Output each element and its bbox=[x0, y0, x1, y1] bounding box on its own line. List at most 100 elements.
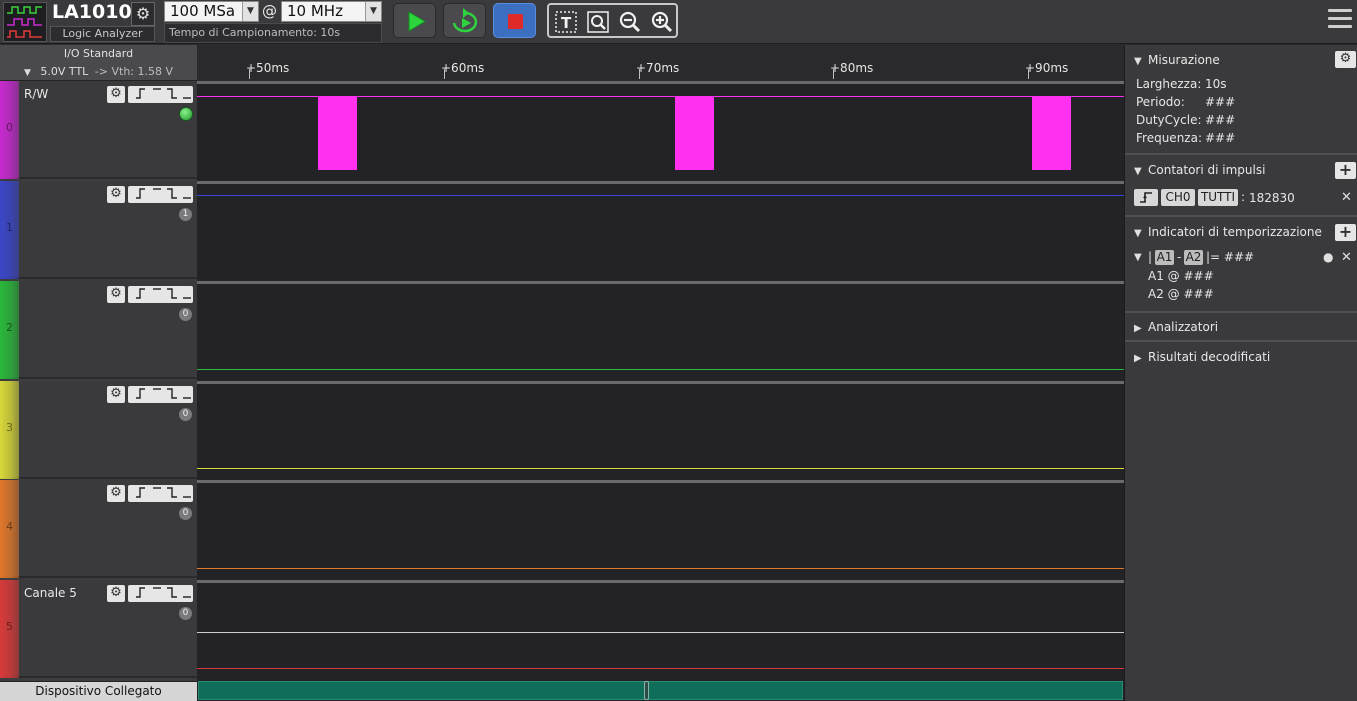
text-select-icon[interactable]: T bbox=[554, 10, 578, 34]
triangle-down-icon: ▼ bbox=[1134, 166, 1142, 177]
channel-row-1[interactable]: 1 ⚙ 1 bbox=[0, 181, 197, 279]
marker-a2-position: A2 @ ### bbox=[1148, 287, 1214, 301]
sample-count-select[interactable]: 100 MSa ▼ bbox=[164, 1, 259, 22]
io-standard-select[interactable]: ▼ 5.0V TTL -> Vth: 1.58 V bbox=[0, 65, 197, 78]
time-label: +70ms bbox=[636, 61, 680, 75]
counter-scope-chip[interactable]: TUTTI bbox=[1198, 189, 1238, 206]
channel-color-stripe[interactable]: 0 bbox=[0, 81, 19, 179]
sample-rate-select[interactable]: 10 MHz ▼ bbox=[281, 1, 382, 22]
channel-settings-gear-icon[interactable]: ⚙ bbox=[107, 186, 125, 203]
rising-edge-icon[interactable] bbox=[1134, 189, 1158, 206]
pulse[interactable] bbox=[318, 97, 357, 170]
counters-title: Contatori di impulsi bbox=[1148, 163, 1266, 177]
channel-name[interactable]: R/W bbox=[24, 87, 48, 101]
channel-color-stripe[interactable]: 1 bbox=[0, 181, 19, 279]
marker-a1-chip[interactable]: A1 bbox=[1155, 250, 1174, 265]
measure-value: ### bbox=[1205, 95, 1236, 109]
io-standard-value: 5.0V TTL bbox=[40, 65, 89, 78]
pipe-divider: | bbox=[1148, 250, 1153, 264]
signal-line bbox=[197, 668, 1124, 669]
overview-scrollbar[interactable] bbox=[198, 681, 1123, 700]
pin-icon[interactable]: ● bbox=[1323, 250, 1333, 264]
signal-line bbox=[197, 468, 1124, 469]
measure-settings-gear-icon[interactable]: ⚙ bbox=[1335, 51, 1356, 68]
zoom-in-icon[interactable] bbox=[650, 10, 674, 34]
waveform-lane-3[interactable] bbox=[197, 381, 1124, 479]
zoom-area-icon[interactable] bbox=[586, 10, 610, 34]
overview-scroll-handle[interactable] bbox=[644, 681, 649, 700]
trigger-options-icon[interactable] bbox=[128, 286, 193, 303]
waveform-lane-4[interactable] bbox=[197, 480, 1124, 578]
at-sign: @ bbox=[262, 2, 277, 20]
triangle-down-icon: ▼ bbox=[1134, 228, 1142, 239]
measure-section-header[interactable]: ▼ Misurazione bbox=[1134, 53, 1220, 67]
channel-color-stripe[interactable]: 5 bbox=[0, 580, 19, 678]
triangle-down-icon: ▼ bbox=[1134, 56, 1142, 67]
trigger-options-icon[interactable] bbox=[128, 186, 193, 203]
sample-time-field[interactable]: Tempo di Campionamento: 10s bbox=[164, 23, 382, 43]
start-button[interactable] bbox=[393, 3, 436, 38]
channel-row-3[interactable]: 3 ⚙ 0 bbox=[0, 381, 197, 479]
waveform-lane-5[interactable] bbox=[197, 580, 1124, 678]
channel-row-0[interactable]: 0 R/W ⚙ bbox=[0, 81, 197, 179]
device-status: Dispositivo Collegato bbox=[0, 681, 197, 701]
channel-settings-gear-icon[interactable]: ⚙ bbox=[107, 286, 125, 303]
decoded-section-header[interactable]: ▶ Risultati decodificati bbox=[1134, 350, 1270, 364]
pulse[interactable] bbox=[1032, 97, 1071, 170]
timing-section-header[interactable]: ▼ Indicatori di temporizzazione bbox=[1134, 225, 1322, 239]
channel-settings-gear-icon[interactable]: ⚙ bbox=[107, 585, 125, 602]
remove-marker-close-icon[interactable]: ✕ bbox=[1341, 250, 1352, 265]
counters-section-header[interactable]: ▼ Contatori di impulsi bbox=[1134, 163, 1265, 177]
triangle-down-icon[interactable]: ▼ bbox=[1134, 252, 1142, 263]
chevron-down-icon: ▼ bbox=[242, 2, 258, 21]
time-axis[interactable]: +50ms +60ms +70ms +80ms +90ms bbox=[197, 45, 1124, 81]
channel-name[interactable]: Canale 5 bbox=[24, 586, 77, 600]
signal-line bbox=[197, 369, 1124, 370]
chevron-down-icon: ▼ bbox=[365, 2, 381, 21]
counter-value: 182830 bbox=[1249, 191, 1295, 205]
sample-rate-value: 10 MHz bbox=[287, 2, 343, 20]
trigger-options-icon[interactable] bbox=[128, 585, 193, 602]
marker-delta-result: |= ### bbox=[1206, 250, 1255, 264]
marker-dash: - bbox=[1177, 250, 1182, 264]
pulse[interactable] bbox=[675, 97, 714, 170]
marker-a2-chip[interactable]: A2 bbox=[1184, 250, 1203, 265]
remove-counter-close-icon[interactable]: ✕ bbox=[1341, 190, 1352, 205]
trigger-options-icon[interactable] bbox=[128, 386, 193, 403]
add-counter-button[interactable]: + bbox=[1335, 162, 1356, 179]
channel-settings-gear-icon[interactable]: ⚙ bbox=[107, 485, 125, 502]
device-settings-gear-icon[interactable]: ⚙ bbox=[131, 2, 155, 26]
channel-color-stripe[interactable]: 3 bbox=[0, 381, 19, 479]
measure-label: Larghezza: bbox=[1136, 77, 1202, 91]
channel-state-badge: 0 bbox=[179, 408, 192, 421]
channel-state-badge: 0 bbox=[179, 308, 192, 321]
channel-color-stripe[interactable]: 2 bbox=[0, 281, 19, 379]
counter-channel-chip[interactable]: CH0 bbox=[1161, 189, 1195, 206]
channel-row-5[interactable]: 5 Canale 5 ⚙ 0 bbox=[0, 580, 197, 678]
waveform-lane-1[interactable] bbox=[197, 181, 1124, 279]
hamburger-menu-icon[interactable] bbox=[1328, 9, 1352, 33]
waveform-area[interactable]: +50ms +60ms +70ms +80ms +90ms bbox=[197, 45, 1124, 701]
channel-row-4[interactable]: 4 ⚙ 0 bbox=[0, 480, 197, 578]
zoom-out-icon[interactable] bbox=[618, 10, 642, 34]
io-standard-header[interactable]: I/O Standard ▼ 5.0V TTL -> Vth: 1.58 V bbox=[0, 45, 197, 81]
vth-value: -> Vth: 1.58 V bbox=[94, 65, 174, 78]
timing-title: Indicatori di temporizzazione bbox=[1148, 225, 1322, 239]
channel-settings-gear-icon[interactable]: ⚙ bbox=[107, 386, 125, 403]
trigger-options-icon[interactable] bbox=[128, 485, 193, 502]
channel-index: 4 bbox=[6, 520, 13, 533]
section-divider bbox=[1125, 311, 1357, 313]
waveform-lane-2[interactable] bbox=[197, 281, 1124, 379]
analyzers-section-header[interactable]: ▶ Analizzatori bbox=[1134, 320, 1218, 334]
channel-color-stripe[interactable]: 4 bbox=[0, 480, 19, 578]
measure-value: ### bbox=[1205, 113, 1236, 127]
add-timing-marker-button[interactable]: + bbox=[1335, 224, 1356, 241]
measure-label: DutyCycle: bbox=[1136, 113, 1202, 127]
waveform-lane-0[interactable] bbox=[197, 81, 1124, 179]
channel-row-2[interactable]: 2 ⚙ 0 bbox=[0, 281, 197, 379]
stop-button[interactable] bbox=[493, 3, 536, 38]
channel-settings-gear-icon[interactable]: ⚙ bbox=[107, 86, 125, 103]
right-panel: ▼ Misurazione ⚙ Larghezza: 10s Periodo: #… bbox=[1124, 45, 1357, 701]
trigger-options-icon[interactable] bbox=[128, 86, 193, 103]
repeat-start-button[interactable] bbox=[443, 3, 486, 38]
